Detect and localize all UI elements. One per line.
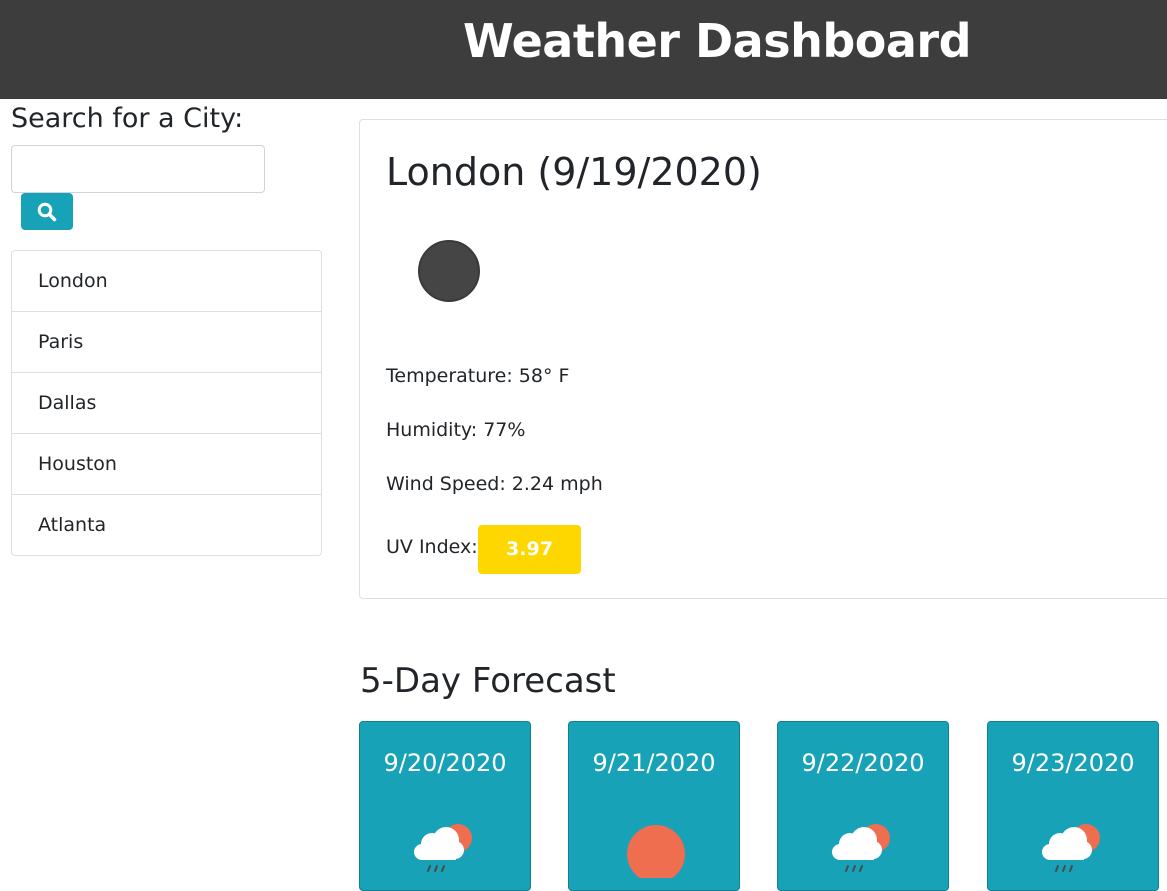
search-history-list: London Paris Dallas Houston Atlanta	[11, 250, 322, 556]
wind-speed-text: Wind Speed: 2.24 mph	[386, 473, 603, 495]
humidity-text: Humidity: 77%	[386, 419, 526, 441]
city-item-london[interactable]: London	[12, 251, 321, 312]
uv-index-badge: 3.97	[478, 525, 581, 574]
search-button[interactable]	[21, 193, 73, 230]
forecast-title: 5-Day Forecast	[360, 661, 616, 701]
city-item-atlanta[interactable]: Atlanta	[12, 495, 321, 555]
forecast-card: 9/21/2020	[568, 721, 740, 891]
city-item-dallas[interactable]: Dallas	[12, 373, 321, 434]
search-label: Search for a City:	[11, 103, 244, 134]
city-search-input[interactable]	[11, 145, 265, 193]
page-title: Weather Dashboard	[463, 14, 972, 68]
forecast-card: 9/23/2020	[987, 721, 1159, 891]
sun-icon	[627, 825, 685, 878]
header-bar: Weather Dashboard	[0, 0, 1167, 99]
forecast-date: 9/20/2020	[383, 749, 507, 777]
uv-index-label: UV Index:	[386, 536, 478, 558]
search-icon	[37, 202, 57, 221]
temperature-text: Temperature: 58° F	[386, 365, 570, 387]
forecast-date: 9/23/2020	[1011, 749, 1135, 777]
rain-sun-cloud-icon	[1042, 824, 1100, 872]
forecast-date: 9/21/2020	[592, 749, 716, 777]
forecast-card: 9/20/2020	[359, 721, 531, 891]
rain-sun-cloud-icon	[414, 824, 472, 872]
city-item-paris[interactable]: Paris	[12, 312, 321, 373]
current-city-title: London (9/19/2020)	[386, 150, 762, 194]
forecast-card: 9/22/2020	[777, 721, 949, 891]
rain-sun-cloud-icon	[832, 824, 890, 872]
current-weather-card: London (9/19/2020) Temperature: 58° F Hu…	[359, 119, 1167, 599]
city-item-houston[interactable]: Houston	[12, 434, 321, 495]
weather-icon	[418, 240, 480, 302]
forecast-date: 9/22/2020	[801, 749, 925, 777]
